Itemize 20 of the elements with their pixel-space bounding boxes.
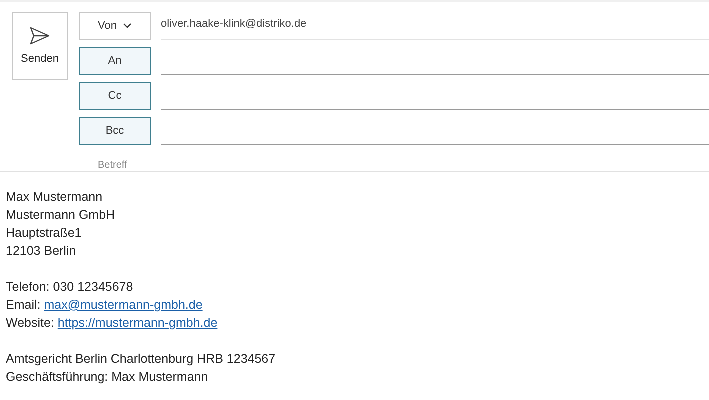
recipient-button[interactable]: An bbox=[79, 47, 151, 75]
from-dropdown[interactable]: Von bbox=[79, 12, 151, 40]
send-button[interactable]: Senden bbox=[12, 12, 68, 80]
signature-link[interactable]: https://mustermann-gmbh.de bbox=[58, 316, 218, 330]
sender-address: oliver.haake-klink@distriko.de bbox=[161, 12, 709, 40]
send-icon bbox=[30, 27, 50, 45]
signature-line: Max Mustermann bbox=[6, 190, 103, 204]
signature-line: Amtsgericht Berlin Charlottenburg HRB 1234567 bbox=[6, 352, 276, 366]
recipient-button[interactable]: Cc bbox=[79, 82, 151, 110]
signature-line: Mustermann GmbH bbox=[6, 208, 116, 222]
signature-line: Hauptstraße1 bbox=[6, 226, 82, 240]
signature-label: Website: bbox=[6, 316, 54, 330]
signature-label: Email: bbox=[6, 298, 41, 312]
signature-line: 12103 Berlin bbox=[6, 244, 76, 258]
caret-icon bbox=[122, 23, 132, 29]
signature-line: Telefon: 030 12345678 bbox=[6, 280, 134, 294]
signature-line: Geschäftsführung: Max Mustermann bbox=[6, 370, 208, 384]
recipient-button[interactable]: Bcc bbox=[79, 117, 151, 145]
signature-link[interactable]: max@mustermann-gmbh.de bbox=[44, 298, 203, 312]
subject-field[interactable]: Betreff bbox=[79, 152, 709, 178]
